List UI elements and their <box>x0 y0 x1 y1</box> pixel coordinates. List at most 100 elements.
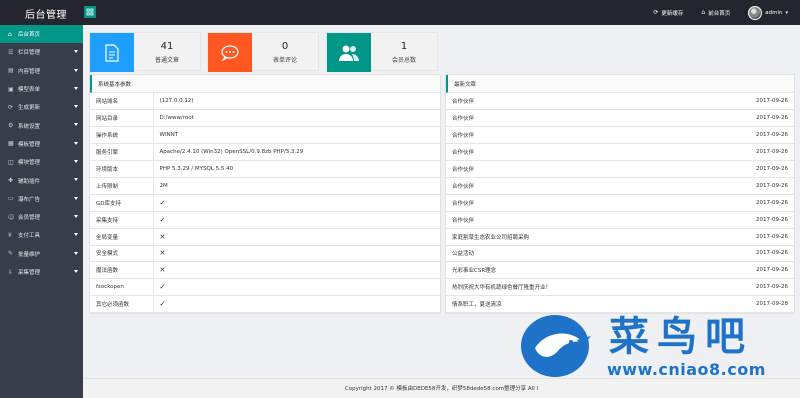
table-row: 网站域名 (127.0.0.12) <box>90 93 440 111</box>
param-value: WINNT <box>153 126 440 145</box>
chevron-down-icon: ▾ <box>785 9 788 16</box>
list-item[interactable]: 光彩事业CSR理念 2017-09-26 <box>446 261 794 280</box>
panel-title: 最新文章 <box>446 75 794 93</box>
stat-card-articles[interactable]: 41 普通文章 <box>89 32 201 72</box>
article-title[interactable]: 合作伙伴 <box>446 93 696 111</box>
user-menu[interactable]: admin ▾ <box>748 5 788 20</box>
list-item[interactable]: 合作伙伴 2017-09-26 <box>446 160 794 178</box>
param-name: 环境版本 <box>90 160 154 178</box>
param-name: 安全模式 <box>90 245 154 263</box>
param-value: 2M <box>153 177 440 195</box>
sidebar-item-templates[interactable]: ▦ 模板管理 <box>0 135 83 153</box>
article-title[interactable]: 光彩事业CSR理念 <box>446 261 696 280</box>
sidebar-item-columns[interactable]: ☰ 栏目管理 <box>0 43 83 61</box>
refresh-icon: ⟳ <box>8 103 14 111</box>
param-value: PHP 5.3.29 / MYSQL 5.5.40 <box>153 160 440 178</box>
article-date: 2017-09-26 <box>695 160 794 178</box>
article-date: 2017-09-26 <box>695 278 794 297</box>
footer: Copyright 2017 © 模板由DEDE58开发，织梦58dede58.… <box>83 378 800 398</box>
article-date: 2017-09-26 <box>695 109 794 128</box>
brand-title: 后台管理 <box>25 10 67 21</box>
param-name: GD库支持 <box>90 194 154 212</box>
stat-label: 表单评论 <box>272 57 297 64</box>
system-info-panel: 系统基本参数 网站域名 (127.0.0.12) 网站目录 D:/www/root 操作… <box>89 74 441 315</box>
list-item[interactable]: 合作伙伴 2017-09-26 <box>446 126 794 145</box>
list-item[interactable]: 家庭割草生态农业公司招聘采购 2017-09-26 <box>446 228 794 246</box>
param-value: ✓ <box>153 295 440 314</box>
grid-menu-icon[interactable] <box>84 6 96 18</box>
list-item[interactable]: 热烈庆祝大华有机蔬绿色餐厅隆重开业！ 2017-09-26 <box>446 278 794 297</box>
sidebar-item-batch[interactable]: ✎ 批量维护 <box>0 245 83 263</box>
list-item[interactable]: 合作伙伴 2017-09-26 <box>446 143 794 162</box>
param-name: 其它必须函数 <box>90 295 154 314</box>
article-date: 2017-09-26 <box>695 245 794 263</box>
chevron-down-icon <box>74 123 78 127</box>
sidebar-item-generate[interactable]: ⟳ 生成更新 <box>0 98 83 116</box>
username: admin <box>765 9 783 16</box>
chevron-down-icon <box>74 141 78 145</box>
sidebar-item-model-forms[interactable]: ▣ 模型表单 <box>0 80 83 98</box>
latest-articles-panel: 最新文章 合作伙伴 2017-09-26 合作伙伴 2017-09-26 合作伙伴 201… <box>445 74 795 315</box>
article-title[interactable]: 情系职工，夏送清凉 <box>446 295 696 314</box>
list-item[interactable]: 合作伙伴 2017-09-26 <box>446 211 794 229</box>
param-value: ✕ <box>153 228 440 246</box>
sidebar-item-plugins[interactable]: ✚ 辅助插件 <box>0 171 83 189</box>
refresh-cache-link[interactable]: ⟳ 更新缓存 <box>653 9 683 17</box>
list-icon: ☰ <box>8 48 14 56</box>
param-value: D:/www/root <box>153 109 440 128</box>
table-row: 其它必须函数 ✓ <box>90 295 440 314</box>
home-link[interactable]: ⌂ 前台首页 <box>701 9 730 17</box>
top-bar: 后台管理 ⟳ 更新缓存 ⌂ 前台首页 admin ▾ <box>0 0 800 25</box>
sidebar-item-content[interactable]: ▤ 内容管理 <box>0 62 83 80</box>
article-title[interactable]: 合作伙伴 <box>446 160 696 178</box>
sidebar-item-payment[interactable]: ¥ 支付工具 <box>0 226 83 244</box>
param-name: 采集支持 <box>90 211 154 229</box>
watermark-url: www.cniao8.com <box>607 360 766 379</box>
param-name: 魔法函数 <box>90 261 154 280</box>
article-date: 2017-09-26 <box>695 228 794 246</box>
table-row: 环境版本 PHP 5.3.29 / MYSQL 5.5.40 <box>90 160 440 178</box>
article-title[interactable]: 热烈庆祝大华有机蔬绿色餐厅隆重开业！ <box>446 278 696 297</box>
system-info-table: 网站域名 (127.0.0.12) 网站目录 D:/www/root 操作系统 WINNT… <box>90 93 440 314</box>
article-date: 2017-09-26 <box>695 93 794 111</box>
param-name: fsockopen <box>90 278 154 297</box>
sidebar-item-home[interactable]: ⌂ 后台首页 <box>0 25 83 44</box>
table-row: 全局变量 ✕ <box>90 228 440 246</box>
list-item[interactable]: 合作伙伴 2017-09-26 <box>446 93 794 111</box>
article-title[interactable]: 合作伙伴 <box>446 194 696 212</box>
list-item[interactable]: 合作伙伴 2017-09-26 <box>446 109 794 128</box>
article-date: 2017-09-26 <box>695 177 794 195</box>
list-item[interactable]: 情系职工，夏送清凉 2017-09-28 <box>446 295 794 314</box>
payment-icon: ¥ <box>8 231 12 239</box>
article-title[interactable]: 合作伙伴 <box>446 177 696 195</box>
article-date: 2017-09-26 <box>695 194 794 212</box>
chevron-down-icon <box>74 214 78 218</box>
article-title[interactable]: 家庭割草生态农业公司招聘采购 <box>446 228 696 246</box>
chevron-down-icon <box>74 178 78 182</box>
sidebar-item-collect[interactable]: ⇩ 采集管理 <box>0 263 83 281</box>
article-date: 2017-09-28 <box>695 295 794 314</box>
sidebar-item-ads[interactable]: ▭ 瀑布广告 <box>0 190 83 208</box>
table-row: 网站目录 D:/www/root <box>90 109 440 128</box>
article-title[interactable]: 合作伙伴 <box>446 211 696 229</box>
sidebar-item-members[interactable]: ☺ 会员管理 <box>0 208 83 226</box>
param-name: 全局变量 <box>90 228 154 246</box>
list-item[interactable]: 公益活动 2017-09-26 <box>446 245 794 263</box>
article-title[interactable]: 合作伙伴 <box>446 109 696 128</box>
table-row: 安全模式 ✕ <box>90 245 440 263</box>
sidebar-item-system-settings[interactable]: ⚙ 系统设置 <box>0 116 83 134</box>
stat-value: 0 <box>281 41 289 52</box>
article-date: 2017-09-26 <box>695 126 794 145</box>
list-item[interactable]: 合作伙伴 2017-09-26 <box>446 194 794 212</box>
tools-icon: ✎ <box>8 250 14 258</box>
table-row: 采集支持 ✓ <box>90 211 440 229</box>
chevron-down-icon <box>74 160 78 164</box>
param-name: 服务引擎 <box>90 143 154 162</box>
stat-card-members[interactable]: 1 会员总数 <box>326 32 438 72</box>
stat-card-comments[interactable]: 0 表单评论 <box>207 32 319 72</box>
article-title[interactable]: 合作伙伴 <box>446 143 696 162</box>
article-title[interactable]: 公益活动 <box>446 245 696 263</box>
list-item[interactable]: 合作伙伴 2017-09-26 <box>446 177 794 195</box>
sidebar-item-modules[interactable]: ◫ 模块管理 <box>0 153 83 171</box>
article-title[interactable]: 合作伙伴 <box>446 126 696 145</box>
